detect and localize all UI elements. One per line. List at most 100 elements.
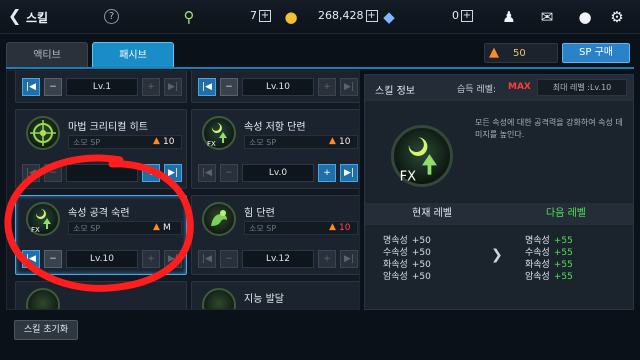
min-level-button[interactable]: |◀	[22, 78, 40, 96]
stat-value: +50	[411, 260, 431, 270]
back-chevron-icon[interactable]: ❮	[8, 8, 21, 24]
increase-button[interactable]: +	[142, 250, 160, 268]
gem-plus-button[interactable]: +	[461, 10, 473, 22]
skill-list[interactable]: |◀ − Lv.1 + ▶| |◀ − Lv.10 + ▶| 마법 크리티컬 히…	[6, 70, 360, 310]
increase-button[interactable]: +	[318, 164, 336, 182]
stat-value: +55	[553, 236, 573, 246]
sp-buy-button[interactable]: SP 구매	[562, 43, 630, 63]
stat-row: 화속성 +50	[383, 259, 431, 271]
elemental-fx-skill-icon: FX	[26, 202, 60, 236]
skill-reset-button[interactable]: 스킬 초기화	[14, 320, 78, 340]
tab-passive[interactable]: 패시브	[92, 42, 174, 68]
gold-plus-button[interactable]: +	[365, 10, 378, 22]
gold-coin-icon: ●	[284, 8, 298, 26]
stat-row: 수속성 +55	[525, 247, 573, 259]
max-level-button[interactable]: ▶|	[164, 164, 182, 182]
skill-card[interactable]: |◀ − Lv.1 + ▶|	[15, 71, 187, 103]
chat-icon[interactable]: ●	[576, 8, 594, 26]
stat-name: 명속성	[525, 236, 550, 246]
skill-card[interactable]	[15, 281, 187, 309]
max-level-button[interactable]: ▶|	[340, 78, 358, 96]
energy-plus-button[interactable]: +	[259, 10, 271, 22]
stat-name: 화속성	[383, 260, 408, 270]
gem-counter: 0 +	[452, 9, 473, 22]
stat-row: 수속성 +50	[383, 247, 431, 259]
svg-text:FX: FX	[31, 226, 40, 234]
info-title: 스킬 정보	[375, 86, 415, 97]
gold-counter: 268,428 +	[318, 9, 378, 22]
cost-label: 소모 SP	[73, 138, 101, 147]
skill-card-intelligence[interactable]: 지능 발달	[191, 281, 359, 309]
max-level-button[interactable]: ▶|	[340, 250, 358, 268]
decrease-button[interactable]: −	[220, 250, 238, 268]
increase-button[interactable]: +	[142, 164, 160, 182]
energy-value: 7	[250, 9, 257, 22]
increase-button[interactable]: +	[318, 250, 336, 268]
cost-value: 10	[339, 137, 351, 147]
cost-value: 10	[339, 223, 351, 233]
cost-label: 소모 SP	[73, 224, 101, 233]
current-level-header: 현재 레벨	[365, 203, 499, 225]
svg-text:FX: FX	[400, 169, 417, 184]
profile-icon[interactable]: ♟	[500, 8, 518, 26]
skill-name: 속성 공격 숙련	[68, 208, 130, 219]
skill-name: 지능 발달	[244, 294, 284, 305]
min-level-button[interactable]: |◀	[22, 250, 40, 268]
level-controls: |◀ − Lv.10 + ▶|	[22, 250, 182, 268]
skill-info-panel: 스킬 정보 습득 레벨: MAX 최대 레벨 :Lv.10 FX 모든 속성에 …	[364, 74, 634, 310]
flame-icon: ▲	[329, 136, 336, 146]
tab-underline	[6, 67, 634, 69]
increase-button[interactable]: +	[142, 78, 160, 96]
mask-skill-icon	[202, 288, 236, 309]
skill-card-elemental-mastery[interactable]: FX 속성 공격 숙련 소모 SP ▲ M |◀ − Lv.10 + ▶|	[15, 195, 187, 275]
skill-name: 마법 크리티컬 히트	[68, 122, 148, 133]
cost-label: 소모 SP	[249, 224, 277, 233]
mail-icon[interactable]: ✉	[538, 8, 556, 26]
stat-value: +50	[411, 272, 431, 282]
min-level-button[interactable]: |◀	[198, 164, 216, 182]
decrease-button[interactable]: −	[44, 164, 62, 182]
sp-cost-row: 소모 SP ▲ 10	[68, 135, 182, 149]
cost-value: M	[163, 223, 171, 233]
max-level-button[interactable]: ▶|	[164, 78, 182, 96]
min-level-button[interactable]: |◀	[198, 250, 216, 268]
gem-icon: ◆	[383, 8, 395, 26]
decrease-button[interactable]: −	[44, 78, 62, 96]
info-header: 스킬 정보 습득 레벨: MAX 최대 레벨 :Lv.10	[365, 75, 633, 101]
current-stats: 명속성 +50 수속성 +50 화속성 +50 암속성 +50	[383, 235, 431, 283]
next-level-header: 다음 레벨	[499, 203, 633, 225]
stat-value: +55	[553, 272, 573, 282]
energy-potion-icon: ⚲	[183, 8, 195, 26]
sp-counter: ▲ 50	[484, 43, 558, 63]
learn-level-label: 습득 레벨:	[457, 85, 497, 95]
level-display: Lv.1	[66, 78, 138, 96]
max-level-button[interactable]: ▶|	[164, 250, 182, 268]
skill-card-magic-critical[interactable]: 마법 크리티컬 히트 소모 SP ▲ 10 |◀ − + ▶|	[15, 109, 187, 189]
skill-card-resistance[interactable]: FX 속성 저항 단련 소모 SP ▲ 10 |◀ − Lv.0 + ▶|	[191, 109, 359, 189]
stat-row: 암속성 +55	[525, 271, 573, 283]
cost-label: 소모 SP	[249, 138, 277, 147]
level-controls: |◀ − Lv.10 + ▶|	[198, 78, 358, 96]
min-level-button[interactable]: |◀	[22, 164, 40, 182]
max-level-badge: 최대 레벨 :Lv.10	[537, 79, 627, 96]
stat-value: +55	[553, 248, 573, 258]
gem-value: 0	[452, 9, 459, 22]
muscle-arm-skill-icon	[202, 202, 236, 236]
decrease-button[interactable]: −	[220, 164, 238, 182]
min-level-button[interactable]: |◀	[198, 78, 216, 96]
decrease-button[interactable]: −	[44, 250, 62, 268]
gear-icon[interactable]: ⚙	[608, 8, 626, 26]
chevron-right-icon: ❯	[491, 247, 503, 263]
level-controls: |◀ − Lv.12 + ▶|	[198, 250, 358, 268]
skill-card[interactable]: |◀ − Lv.10 + ▶|	[191, 71, 359, 103]
elemental-fx-skill-icon: FX	[202, 116, 236, 150]
stat-name: 명속성	[383, 236, 408, 246]
increase-button[interactable]: +	[318, 78, 336, 96]
max-level-button[interactable]: ▶|	[340, 164, 358, 182]
skill-card-strength[interactable]: 힘 단련 소모 SP ▲ 10 |◀ − Lv.12 + ▶|	[191, 195, 359, 275]
help-button[interactable]: ?	[104, 9, 119, 24]
level-display: Lv.10	[242, 78, 314, 96]
decrease-button[interactable]: −	[220, 78, 238, 96]
level-display: Lv.12	[242, 250, 314, 268]
tab-active[interactable]: 액티브	[6, 42, 88, 68]
